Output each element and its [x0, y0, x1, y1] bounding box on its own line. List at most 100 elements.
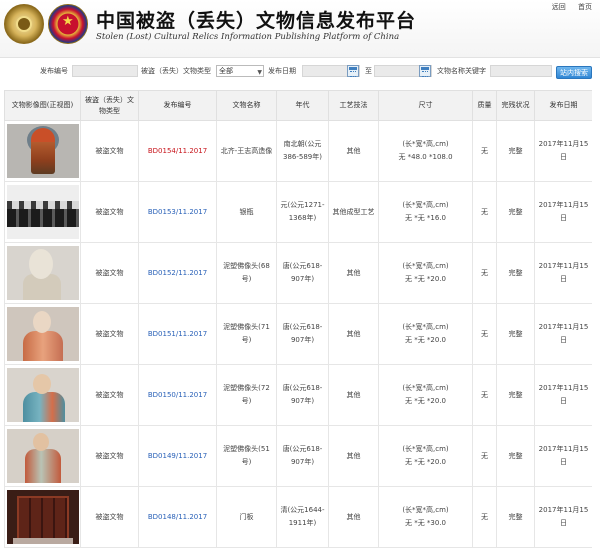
- relic-number-link[interactable]: BD0150/11.2017: [148, 391, 207, 399]
- relic-craft: 其他: [328, 486, 379, 548]
- relic-number-link[interactable]: BD0148/11.2017: [148, 513, 207, 521]
- relic-type: 被盗文物: [80, 120, 139, 182]
- keyword-label: 文物名称关键字: [437, 67, 486, 75]
- column-header: 文物影像图(正视图): [4, 90, 81, 121]
- relic-mass: 无: [472, 364, 497, 426]
- relic-craft: 其他成型工艺: [328, 181, 379, 243]
- table-row: 被盗文物 BD0152/11.2017 泥塑佛像头(68号) 唐(公元618-9…: [4, 242, 592, 304]
- relic-name: 北齐-王志高造像: [216, 120, 277, 182]
- relic-name: 银瓶: [216, 181, 277, 243]
- relic-name: 门板: [216, 486, 277, 548]
- relic-thumbnail[interactable]: [7, 124, 79, 178]
- relic-size: (长*宽*高,cm) 无 *48.0 *108.0: [378, 120, 473, 182]
- relic-condition: 完整: [496, 303, 535, 365]
- relic-craft: 其他: [328, 120, 379, 182]
- relic-condition: 完整: [496, 486, 535, 548]
- to-label: 至: [365, 67, 372, 75]
- relic-type: 被盗文物: [80, 181, 139, 243]
- relic-date: 2017年11月15日: [534, 486, 592, 548]
- column-header: 被盗（丢失）文物类型: [80, 90, 139, 121]
- relic-number-link[interactable]: BD0153/11.2017: [148, 208, 207, 216]
- relic-number-link[interactable]: BD0149/11.2017: [148, 452, 207, 460]
- type-label: 被盗（丢失）文物类型: [141, 67, 211, 75]
- table-row: 被盗文物 BD0150/11.2017 泥塑佛像头(72号) 唐(公元618-9…: [4, 364, 592, 426]
- site-subtitle: Stolen (Lost) Cultural Relics Informatio…: [96, 32, 400, 42]
- relic-name: 泥塑佛像头(72号): [216, 364, 277, 426]
- back-link[interactable]: 远回: [552, 3, 566, 11]
- results-table-wrap: 文物影像图(正视图) 被盗（丢失）文物类型 发布编号 文物名称 年代 工艺技法 …: [4, 90, 592, 554]
- table-row: 被盗文物 BD0154/11.2017 北齐-王志高造像 南北朝(公元386-5…: [4, 120, 592, 182]
- relic-size: (长*宽*高,cm) 无 *无 *20.0: [378, 303, 473, 365]
- relic-thumbnail[interactable]: [7, 368, 79, 422]
- calendar-icon[interactable]: [347, 65, 359, 77]
- column-header: 发布编号: [138, 90, 217, 121]
- relic-size: (长*宽*高,cm) 无 *无 *20.0: [378, 425, 473, 487]
- relic-mass: 无: [472, 181, 497, 243]
- relic-thumbnail[interactable]: [7, 490, 79, 544]
- relic-date: 2017年11月15日: [534, 303, 592, 365]
- relic-condition: 完整: [496, 364, 535, 426]
- number-input[interactable]: [72, 65, 138, 77]
- relic-thumbnail[interactable]: [7, 185, 79, 239]
- relic-size: (长*宽*高,cm) 无 *无 *16.0: [378, 181, 473, 243]
- relic-thumbnail[interactable]: [7, 307, 79, 361]
- column-header: 尺寸: [378, 90, 473, 121]
- number-label: 发布编号: [40, 67, 68, 75]
- relic-era: 唐(公元618-907年): [276, 364, 329, 426]
- relic-craft: 其他: [328, 242, 379, 304]
- results-table: 文物影像图(正视图) 被盗（丢失）文物类型 发布编号 文物名称 年代 工艺技法 …: [4, 90, 592, 548]
- cultural-relics-emblem-icon: [4, 4, 44, 44]
- type-select-value: 全部: [219, 67, 233, 75]
- table-row: 被盗文物 BD0148/11.2017 门板 清(公元1644-1911年) 其…: [4, 486, 592, 548]
- relic-era: 清(公元1644-1911年): [276, 486, 329, 548]
- column-header: 质量: [472, 90, 497, 121]
- relic-type: 被盗文物: [80, 242, 139, 304]
- relic-type: 被盗文物: [80, 486, 139, 548]
- relic-era: 南北朝(公元386-589年): [276, 120, 329, 182]
- relic-number-link[interactable]: BD0151/11.2017: [148, 330, 207, 338]
- relic-date: 2017年11月15日: [534, 181, 592, 243]
- date-label: 发布日期: [268, 67, 296, 75]
- relic-thumbnail[interactable]: [7, 429, 79, 483]
- relic-thumbnail[interactable]: [7, 246, 79, 300]
- column-header: 工艺技法: [328, 90, 379, 121]
- relic-mass: 无: [472, 242, 497, 304]
- relic-type: 被盗文物: [80, 303, 139, 365]
- relic-era: 元(公元1271-1368年): [276, 181, 329, 243]
- chevron-down-icon: ▼: [257, 69, 262, 76]
- relic-date: 2017年11月15日: [534, 364, 592, 426]
- search-button[interactable]: 站内搜索: [556, 66, 592, 79]
- relic-condition: 完整: [496, 425, 535, 487]
- relic-craft: 其他: [328, 303, 379, 365]
- home-link[interactable]: 首页: [578, 3, 592, 11]
- relic-number-link[interactable]: BD0154/11.2017: [148, 147, 207, 155]
- relic-condition: 完整: [496, 120, 535, 182]
- relic-number-link[interactable]: BD0152/11.2017: [148, 269, 207, 277]
- relic-era: 唐(公元618-907年): [276, 425, 329, 487]
- relic-mass: 无: [472, 425, 497, 487]
- relic-condition: 完整: [496, 181, 535, 243]
- relic-mass: 无: [472, 303, 497, 365]
- table-header-row: 文物影像图(正视图) 被盗（丢失）文物类型 发布编号 文物名称 年代 工艺技法 …: [4, 90, 592, 121]
- police-emblem-icon: ★: [48, 4, 88, 44]
- site-title: 中国被盗（丢失）文物信息发布平台: [96, 10, 417, 32]
- relic-mass: 无: [472, 486, 497, 548]
- relic-type: 被盗文物: [80, 364, 139, 426]
- top-links: 远回 首页: [542, 2, 592, 12]
- relic-condition: 完整: [496, 242, 535, 304]
- relic-name: 泥塑佛像头(68号): [216, 242, 277, 304]
- table-row: 被盗文物 BD0149/11.2017 泥塑佛像头(51号) 唐(公元618-9…: [4, 425, 592, 487]
- relic-craft: 其他: [328, 425, 379, 487]
- table-row: 被盗文物 BD0151/11.2017 泥塑佛像头(71号) 唐(公元618-9…: [4, 303, 592, 365]
- relic-era: 唐(公元618-907年): [276, 242, 329, 304]
- column-header: 文物名称: [216, 90, 277, 121]
- relic-size: (长*宽*高,cm) 无 *无 *30.0: [378, 486, 473, 548]
- relic-date: 2017年11月15日: [534, 120, 592, 182]
- relic-mass: 无: [472, 120, 497, 182]
- relic-name: 泥塑佛像头(51号): [216, 425, 277, 487]
- keyword-input[interactable]: [490, 65, 552, 77]
- calendar-icon[interactable]: [419, 65, 431, 77]
- column-header: 年代: [276, 90, 329, 121]
- type-select[interactable]: 全部 ▼: [216, 65, 264, 77]
- relic-era: 唐(公元618-907年): [276, 303, 329, 365]
